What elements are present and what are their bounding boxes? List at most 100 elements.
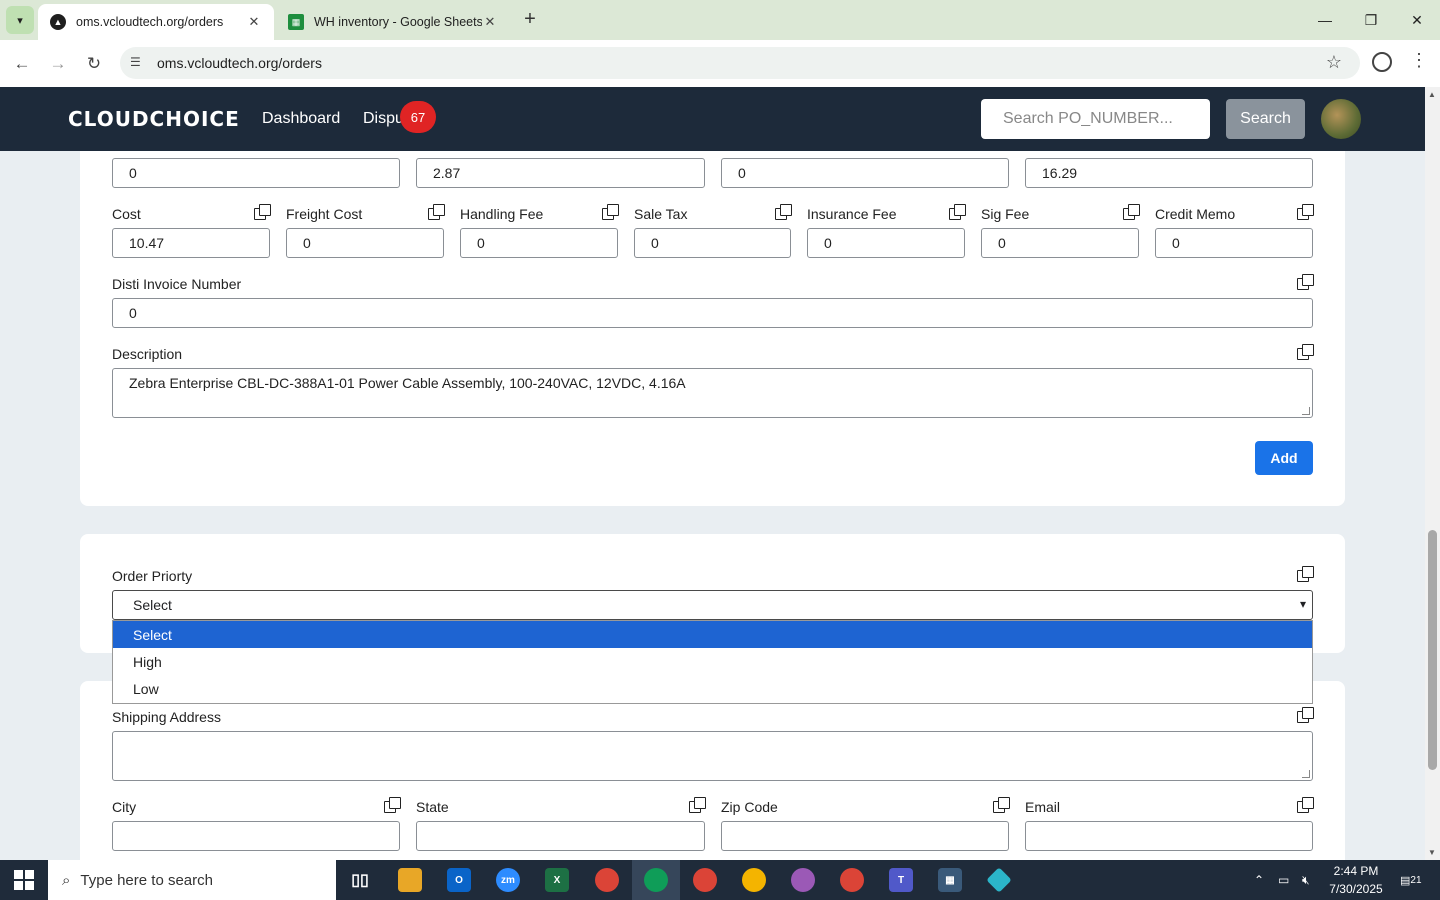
- email-input[interactable]: [1025, 821, 1313, 851]
- priority-option-low[interactable]: Low: [113, 675, 1312, 702]
- calculator-icon[interactable]: ▦: [938, 868, 962, 892]
- restore-icon[interactable]: ❐: [1348, 0, 1394, 40]
- insurance-fee-input[interactable]: 0: [807, 228, 965, 258]
- copy-icon[interactable]: [1297, 797, 1314, 813]
- copy-icon[interactable]: [993, 797, 1010, 813]
- bookmark-star-icon[interactable]: ☆: [1326, 52, 1342, 73]
- teams-icon[interactable]: T: [889, 868, 913, 892]
- tab-wh-inventory[interactable]: ▦ WH inventory - Google Sheets ✕: [276, 4, 510, 40]
- reload-icon[interactable]: ↻: [82, 52, 106, 76]
- description-textarea[interactable]: Zebra Enterprise CBL-DC-388A1-01 Power C…: [112, 368, 1313, 418]
- copy-icon[interactable]: [689, 797, 706, 813]
- sig-fee-input[interactable]: 0: [981, 228, 1139, 258]
- shipping-card: Shipping Address City State Zip Code Ema…: [80, 681, 1345, 860]
- disti-invoice-input[interactable]: 0: [112, 298, 1313, 328]
- zip-code-input[interactable]: [721, 821, 1009, 851]
- new-tab-icon[interactable]: +: [518, 8, 542, 32]
- top-field-4[interactable]: 16.29: [1025, 158, 1313, 188]
- copy-icon[interactable]: [1297, 707, 1314, 723]
- volume-muted-icon[interactable]: 🔇︎: [1302, 860, 1310, 900]
- outlook-icon[interactable]: O: [447, 868, 471, 892]
- excel-icon[interactable]: X: [545, 868, 569, 892]
- state-label: State: [416, 799, 449, 815]
- copy-icon[interactable]: [254, 204, 271, 220]
- browser-menu-icon[interactable]: ⋮: [1410, 50, 1428, 71]
- taskbar-clock[interactable]: 2:44 PM 7/30/2025: [1318, 862, 1394, 898]
- dispute-count-badge: 67: [400, 101, 436, 133]
- tab-oms-orders[interactable]: ▲ oms.vcloudtech.org/orders ✕: [38, 4, 274, 40]
- scroll-up-icon[interactable]: ▲: [1428, 90, 1436, 99]
- site-settings-icon[interactable]: ☰: [130, 55, 141, 69]
- order-priority-dropdown: Select High Low: [112, 620, 1313, 704]
- top-field-1[interactable]: 0: [112, 158, 400, 188]
- tray-chevron-icon[interactable]: ⌃: [1254, 860, 1264, 900]
- minimize-icon[interactable]: —: [1302, 0, 1348, 40]
- sale-tax-input[interactable]: 0: [634, 228, 791, 258]
- zoom-icon[interactable]: zm: [496, 868, 520, 892]
- chrome-icon[interactable]: [840, 868, 864, 892]
- credit-memo-input[interactable]: 0: [1155, 228, 1313, 258]
- priority-option-select[interactable]: Select: [113, 621, 1312, 648]
- state-input[interactable]: [416, 821, 705, 851]
- windows-start-icon[interactable]: [14, 870, 34, 890]
- freight-cost-input[interactable]: 0: [286, 228, 444, 258]
- app-diamond-icon[interactable]: [986, 867, 1012, 893]
- close-tab-icon[interactable]: ✕: [482, 14, 498, 30]
- close-tab-icon[interactable]: ✕: [246, 14, 262, 30]
- priority-option-high[interactable]: High: [113, 648, 1312, 675]
- cloudchoice-logo[interactable]: CLOUDCHOICE: [68, 107, 240, 131]
- task-view-icon[interactable]: ▯▯: [348, 868, 372, 892]
- taskbar-search[interactable]: ⌕ Type here to search: [48, 860, 336, 900]
- search-button[interactable]: Search: [1226, 99, 1305, 139]
- copy-icon[interactable]: [949, 204, 966, 220]
- tab-search-dropdown-icon[interactable]: ▾: [6, 6, 34, 34]
- tab-title: WH inventory - Google Sheets: [314, 15, 482, 29]
- copy-icon[interactable]: [1123, 204, 1140, 220]
- copy-icon[interactable]: [384, 797, 401, 813]
- address-bar[interactable]: ☰ oms.vcloudtech.org/orders ☆: [120, 47, 1360, 79]
- clock-date: 7/30/2025: [1329, 882, 1383, 896]
- copy-icon[interactable]: [775, 204, 792, 220]
- top-field-2[interactable]: 2.87: [416, 158, 705, 188]
- copy-icon[interactable]: [428, 204, 445, 220]
- top-field-3[interactable]: 0: [721, 158, 1009, 188]
- nav-dashboard[interactable]: Dashboard: [262, 110, 340, 128]
- copy-icon[interactable]: [1297, 274, 1314, 290]
- chrome-icon[interactable]: [742, 868, 766, 892]
- handling-fee-input[interactable]: 0: [460, 228, 618, 258]
- back-icon[interactable]: ←: [10, 52, 34, 76]
- chrome-icon[interactable]: [644, 868, 668, 892]
- city-label: City: [112, 799, 137, 815]
- add-button[interactable]: Add: [1255, 441, 1313, 475]
- nav-disputes[interactable]: Dispu: [363, 110, 404, 128]
- copy-icon[interactable]: [1297, 204, 1314, 220]
- clock-time: 2:44 PM: [1333, 864, 1379, 878]
- network-icon[interactable]: ▭: [1278, 860, 1289, 900]
- user-avatar[interactable]: [1321, 99, 1361, 139]
- scrollbar-thumb[interactable]: [1428, 530, 1437, 770]
- sale-tax-label: Sale Tax: [634, 206, 688, 222]
- shipping-address-textarea[interactable]: [112, 731, 1313, 781]
- scroll-down-icon[interactable]: ▼: [1428, 848, 1436, 857]
- chrome-icon[interactable]: [595, 868, 619, 892]
- page-scrollbar[interactable]: ▲ ▼: [1425, 87, 1440, 860]
- cost-input[interactable]: 10.47: [112, 228, 270, 258]
- copy-icon[interactable]: [1297, 566, 1314, 582]
- resize-handle-icon[interactable]: [1302, 407, 1310, 415]
- order-priority-select[interactable]: Select ▾: [112, 590, 1313, 620]
- disti-invoice-label: Disti Invoice Number: [112, 276, 242, 292]
- po-search-input[interactable]: [981, 99, 1210, 139]
- resize-handle-icon[interactable]: [1302, 770, 1310, 778]
- notification-center-icon[interactable]: ▤ 21: [1400, 860, 1422, 900]
- chrome-icon[interactable]: [693, 868, 717, 892]
- taskbar-search-placeholder: Type here to search: [80, 871, 213, 889]
- close-window-icon[interactable]: ✕: [1394, 0, 1440, 40]
- chrome-icon[interactable]: [791, 868, 815, 892]
- copy-icon[interactable]: [602, 204, 619, 220]
- copy-icon[interactable]: [1297, 344, 1314, 360]
- forward-icon[interactable]: →: [46, 52, 70, 76]
- city-input[interactable]: [112, 821, 400, 851]
- browser-tab-strip: ▾ ▲ oms.vcloudtech.org/orders ✕ ▦ WH inv…: [0, 0, 1440, 40]
- profile-icon[interactable]: [1372, 52, 1392, 72]
- file-explorer-icon[interactable]: [398, 868, 422, 892]
